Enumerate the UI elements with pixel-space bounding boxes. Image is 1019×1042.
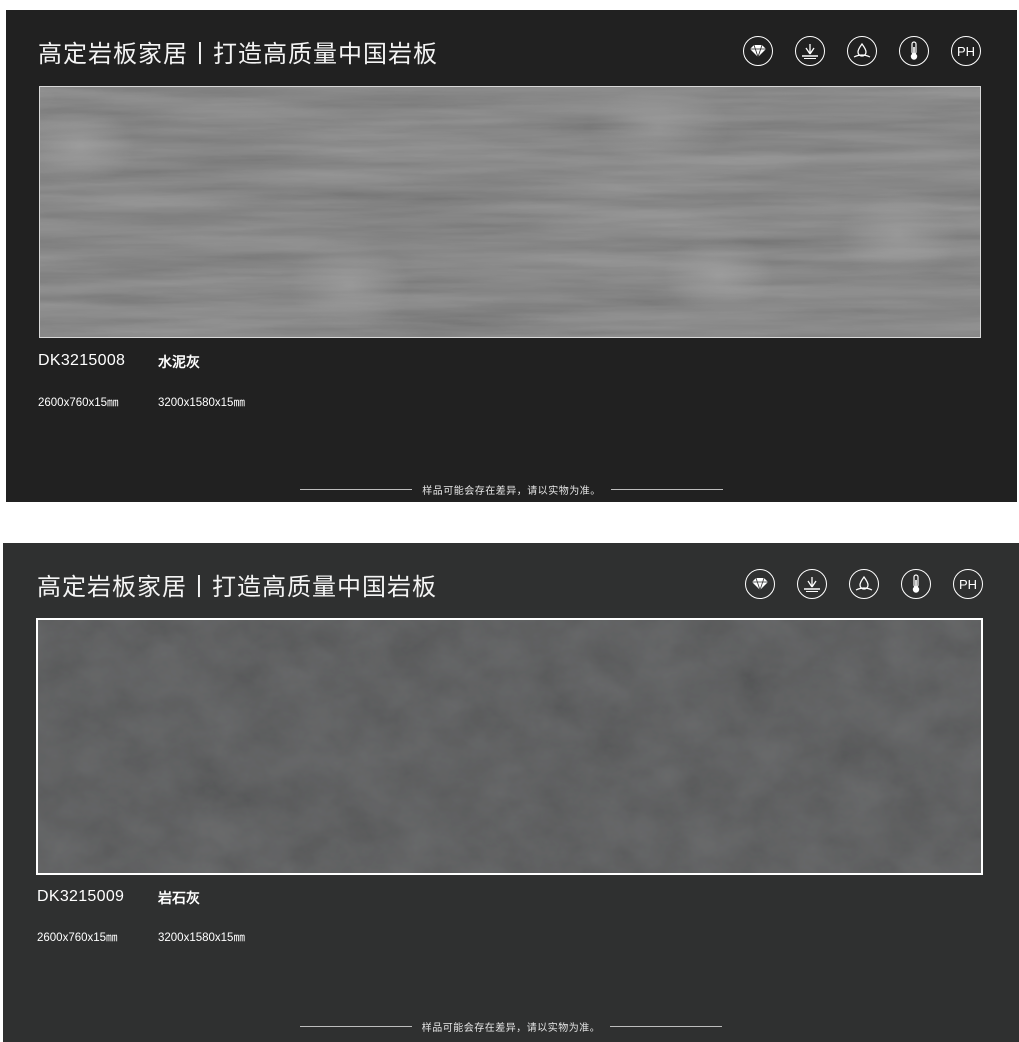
feature-icons: PH [745,569,983,599]
product-card-1: 高定岩板家居丨打造高质量中国岩板 PH DK3215008 水泥灰 2600x7… [0,0,1019,502]
disclaimer: 样品可能会存在差异，请以实物为准。 [3,1019,1019,1034]
disclaimer: 样品可能会存在差异，请以实物为准。 [6,482,1017,497]
product-name: 水泥灰 [158,355,200,371]
divider [610,1026,723,1027]
product-code: DK3215009 [37,888,125,905]
divider [299,1026,412,1027]
diamond-icon [743,36,773,66]
thermometer-icon [899,36,929,66]
product-card-2: 高定岩板家居丨打造高质量中国岩板 PH DK3215009 岩石灰 2600x7… [0,543,1019,1042]
slab-image-cement-grey [39,86,981,338]
card-background: 高定岩板家居丨打造高质量中国岩板 PH [6,10,1017,502]
disclaimer-text: 样品可能会存在差异，请以实物为准。 [421,1023,601,1034]
product-size: 2600x760x15㎜ [37,932,118,944]
disclaimer-text: 样品可能会存在差异，请以实物为准。 [422,486,601,497]
product-size: 3200x1580x15㎜ [158,932,245,944]
page-title: 高定岩板家居丨打造高质量中国岩板 [37,573,437,601]
ph-label: PH [956,43,976,59]
product-size: 2600x760x15㎜ [38,397,119,409]
diamond-icon [745,569,775,599]
feature-icons: PH [743,36,981,66]
page-title: 高定岩板家居丨打造高质量中国岩板 [38,40,438,68]
thermometer-icon [901,569,931,599]
ph-label: PH [958,576,978,592]
slab-image-rock-grey [36,618,983,875]
ph-icon: PH [953,569,983,599]
anti-slip-icon [797,569,827,599]
anti-slip-icon [795,36,825,66]
divider [610,489,723,490]
ph-icon: PH [951,36,981,66]
divider [300,489,413,490]
product-size: 3200x1580x15㎜ [158,397,245,409]
product-code: DK3215008 [38,352,126,369]
water-drop-icon [849,569,879,599]
product-name: 岩石灰 [158,891,200,907]
card-background: 高定岩板家居丨打造高质量中国岩板 PH [3,543,1019,1042]
water-drop-icon [847,36,877,66]
